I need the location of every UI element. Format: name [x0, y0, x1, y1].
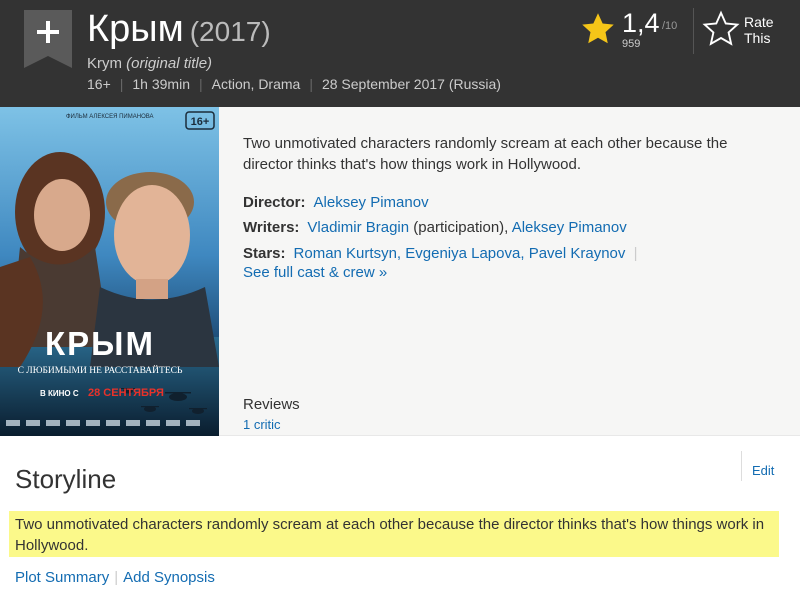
- see-full-cast-link[interactable]: See full cast & crew »: [243, 264, 387, 281]
- original-title: Krym (original title): [87, 55, 212, 72]
- storyline-section: Edit Storyline Two unmotivated character…: [0, 437, 800, 601]
- watchlist-ribbon-icon[interactable]: [24, 10, 72, 68]
- rating-divider: [693, 8, 694, 54]
- title-bar: Крым (2017) Krym (original title) 16+ | 1h …: [0, 0, 800, 107]
- poster-age-badge: 16+: [191, 116, 210, 128]
- release-date-link[interactable]: 28 September 2017 (Russia): [322, 76, 501, 92]
- movie-title-text: Крым: [87, 8, 184, 50]
- reviews-label: Reviews: [243, 396, 300, 413]
- separator: |: [198, 76, 203, 92]
- original-title-text: Krym: [87, 55, 122, 72]
- rate-label-line2: This: [744, 30, 771, 46]
- star-filled-icon: [582, 13, 614, 44]
- genres-link[interactable]: Action, Drama: [212, 76, 301, 92]
- separator: |: [633, 245, 638, 262]
- critic-reviews-link[interactable]: 1 critic: [243, 417, 281, 432]
- poster-top-credit: ФИЛЬМ АЛЕКСЕЯ ПИМАНОВА: [66, 114, 154, 120]
- poster-release-date: 28 СЕНТЯБРЯ: [88, 387, 164, 399]
- separator: |: [119, 76, 124, 92]
- separator: |: [309, 76, 313, 92]
- title-subtext: 16+ | 1h 39min | Action, Drama | 28 September …: [87, 76, 501, 92]
- runtime: 1h 39min: [132, 76, 190, 92]
- rating-value: 1,4: [622, 8, 660, 38]
- plot-summary: Two unmotivated characters randomly scre…: [243, 135, 728, 173]
- rating-best: /10: [662, 20, 678, 32]
- writer-link[interactable]: Vladimir Bragin: [307, 219, 409, 236]
- poster-title: КРЫМ: [45, 325, 155, 362]
- add-synopsis-link[interactable]: Add Synopsis: [123, 569, 215, 586]
- star-link[interactable]: Pavel Kraynov: [529, 245, 626, 262]
- rate-this-label: Rate This: [744, 14, 794, 46]
- imdb-rating: 1,4 /10 959: [578, 6, 688, 58]
- credit-stars: Stars: Roman Kurtsyn, Evgeniya Lapova, Pa…: [243, 245, 641, 262]
- storyline-text: Two unmotivated characters randomly scre…: [9, 511, 779, 557]
- plot-summary-link[interactable]: Plot Summary: [15, 569, 109, 586]
- credit-director: Director: Aleksey Pimanov: [243, 194, 429, 211]
- rate-this-button[interactable]: Rate This: [700, 8, 796, 54]
- edit-link[interactable]: Edit: [752, 463, 774, 478]
- storyline-heading: Storyline: [15, 464, 117, 494]
- certificate: 16+: [87, 76, 111, 92]
- edit-divider: [741, 451, 742, 481]
- stars-label: Stars:: [243, 245, 286, 262]
- storyline-links: Plot Summary | Add Synopsis: [15, 569, 215, 586]
- star-link[interactable]: Roman Kurtsyn,: [294, 245, 402, 262]
- original-title-note: (original title): [126, 55, 213, 72]
- title-block: Крым (2017): [87, 5, 271, 56]
- poster-tagline: С ЛЮБИМЫМИ НЕ РАССТАВАЙТЕСЬ: [18, 364, 183, 376]
- writer-link[interactable]: Aleksey Pimanov: [512, 219, 627, 236]
- movie-year-link[interactable]: (2017): [190, 16, 271, 47]
- writer-note: (participation),: [413, 219, 509, 236]
- credit-writers: Writers: Vladimir Bragin (participation),…: [243, 219, 627, 236]
- director-label: Director:: [243, 194, 306, 211]
- star-link[interactable]: Evgeniya Lapova,: [405, 245, 524, 262]
- movie-title: Крым (2017): [87, 5, 271, 56]
- rate-label-line1: Rate: [744, 14, 774, 30]
- rating-count-link[interactable]: 959: [622, 38, 640, 50]
- poster-release-prefix: В КИНО С: [40, 389, 79, 398]
- star-outline-icon: [702, 10, 740, 46]
- writers-label: Writers:: [243, 219, 300, 236]
- movie-poster[interactable]: ФИЛЬМ АЛЕКСЕЯ ПИМАНОВА 16+ КРЫМ С ЛЮБИМЫ…: [0, 107, 219, 436]
- director-link[interactable]: Aleksey Pimanov: [314, 194, 429, 211]
- separator: |: [114, 569, 119, 586]
